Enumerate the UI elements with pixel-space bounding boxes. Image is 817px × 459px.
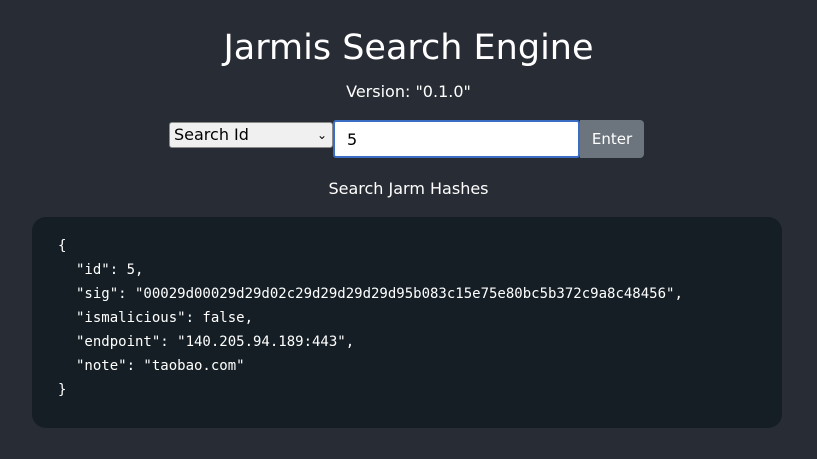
search-subtitle: Search Jarm Hashes xyxy=(328,179,489,198)
search-mode-selected: Search Id xyxy=(174,125,249,144)
search-mode-select[interactable]: Search Id ⌄ xyxy=(169,122,333,148)
json-close-brace: } xyxy=(58,382,67,398)
search-input[interactable] xyxy=(333,120,580,158)
json-line-endpoint: "endpoint": "140.205.94.189:443", xyxy=(76,334,355,350)
json-line-ismalicious: "ismalicious": false, xyxy=(76,310,254,326)
json-line-sig: "sig": "00029d00029d29d02c29d29d29d29d95… xyxy=(76,286,683,302)
version-label: Version: "0.1.0" xyxy=(346,82,471,101)
json-line-id: "id": 5, xyxy=(76,262,144,278)
json-line-note: "note": "taobao.com" xyxy=(76,358,245,374)
search-form: Search Id ⌄ Enter xyxy=(169,120,644,158)
json-result-panel: { "id": 5, "sig": "00029d00029d29d02c29d… xyxy=(32,217,782,428)
page-title: Jarmis Search Engine xyxy=(223,28,594,68)
json-open-brace: { xyxy=(58,238,67,254)
chevron-down-icon: ⌄ xyxy=(316,128,327,142)
enter-button[interactable]: Enter xyxy=(580,120,644,158)
